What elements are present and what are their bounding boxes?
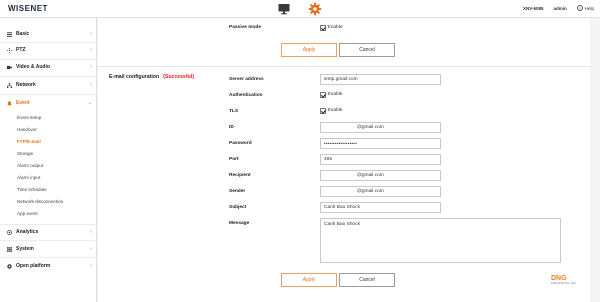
authentication-checkbox-row[interactable]: Enable <box>320 92 342 98</box>
help-label[interactable]: Help <box>585 6 594 11</box>
chevron-left-icon: ‹ <box>90 82 92 88</box>
sender-input[interactable]: @gmail.com <box>320 186 441 197</box>
sidebar-group-analytics[interactable]: Analytics ‹ <box>0 225 97 239</box>
port-input[interactable]: 465 <box>320 154 441 165</box>
divider <box>0 94 97 95</box>
passive-mode-checkbox[interactable] <box>320 25 326 31</box>
user-name[interactable]: admin <box>553 6 566 11</box>
analytics-icon <box>7 229 12 235</box>
gear-icon[interactable] <box>308 2 322 16</box>
chevron-left-icon: ‹ <box>90 47 92 53</box>
wisenet-logo: WISENET <box>8 4 48 13</box>
chevron-left-icon: ‹ <box>90 64 92 70</box>
sidebar-group-system[interactable]: System ‹ <box>0 242 97 256</box>
chevron-down-icon: ⌄ <box>87 100 92 106</box>
passive-mode-enable-label[interactable]: Enable <box>328 25 343 30</box>
scrollbar[interactable] <box>590 18 600 302</box>
authentication-label: Authentication <box>229 93 263 98</box>
chevron-left-icon: ‹ <box>90 246 92 252</box>
sidebar-group-event[interactable]: Event ⌄ <box>0 96 97 110</box>
top-right-info: XNV-6085 admin ? Help <box>523 5 594 11</box>
section-divider <box>98 66 590 67</box>
dng-watermark-logo: DNG DNG DIGITAL JSC <box>551 275 576 285</box>
authentication-enable-label[interactable]: Enable <box>328 92 343 97</box>
sidebar-group-open-platform[interactable]: Open platform ‹ <box>0 259 97 273</box>
id-input[interactable]: @gmail.com <box>320 122 441 133</box>
sidebar-item-event-setup[interactable]: Event setup <box>17 115 41 120</box>
tls-enable-label[interactable]: Enable <box>328 108 343 113</box>
server-address-input[interactable]: smtp.gmail.com <box>320 74 441 85</box>
model-name: XNV-6085 <box>522 5 544 11</box>
divider <box>0 257 97 258</box>
sidebar-group-label: Analytics <box>16 229 39 235</box>
tls-checkbox-row[interactable]: Enable <box>320 108 342 114</box>
sidebar-group-label: Video & Audio <box>16 64 50 70</box>
divider <box>0 240 97 241</box>
sidebar-group-label: Basic <box>16 31 30 37</box>
sidebar-group-label: Event <box>16 100 30 106</box>
passive-mode-label: Passive mode <box>229 25 261 30</box>
chevron-left-icon: ‹ <box>90 31 92 37</box>
divider <box>0 76 97 77</box>
email-apply-button[interactable]: Apply <box>281 273 337 287</box>
sidebar-item-storage[interactable]: Storage <box>17 151 33 156</box>
ftp-cancel-button[interactable]: Cancel <box>339 43 395 57</box>
server-address-label: Server address <box>229 77 264 82</box>
help-icon[interactable]: ? <box>576 5 583 11</box>
ptz-move-icon <box>7 47 12 53</box>
email-cancel-button[interactable]: Cancel <box>339 273 395 287</box>
port-label: Port <box>229 157 239 162</box>
ftp-apply-button[interactable]: Apply <box>281 43 337 57</box>
sidebar-item-alarm-output[interactable]: Alarm output <box>17 163 43 168</box>
help-link[interactable]: ? Help <box>576 5 594 11</box>
sidebar-item-ftp-email[interactable]: FTP/E-mail <box>17 139 41 144</box>
recipient-label: Recipient <box>229 173 251 178</box>
sender-label: Sender <box>229 189 246 194</box>
sidebar-item-alarm-input[interactable]: Alarm input <box>17 175 40 180</box>
sidebar-group-label: Open platform <box>16 263 51 269</box>
sidebar-item-network-disconnection[interactable]: Network disconnection <box>17 199 63 204</box>
sidebar-group-basic[interactable]: Basic ‹ <box>0 27 97 41</box>
tls-checkbox[interactable] <box>320 108 326 114</box>
video-icon <box>7 65 12 69</box>
sidebar-item-app-event[interactable]: App event <box>17 211 38 216</box>
network-icon <box>7 82 12 88</box>
tls-label: TLS <box>229 109 239 114</box>
sidebar: Basic ‹ PTZ ‹ Video & Audio ‹ Network ‹ … <box>0 18 97 302</box>
sidebar-item-handover[interactable]: Handover <box>17 127 37 132</box>
top-bar: WISENET XNV-6085 admin ? Help <box>0 0 600 18</box>
watermark-subtext: DNG DIGITAL JSC <box>551 282 576 285</box>
platform-icon <box>7 263 12 269</box>
watermark-text: DNG <box>551 275 567 282</box>
password-input[interactable]: •••••••••••••••••• <box>320 138 441 149</box>
chevron-left-icon: ‹ <box>90 263 92 269</box>
list-icon <box>7 31 12 37</box>
email-status-badge: (Successful) <box>163 74 195 80</box>
sidebar-item-time-schedule[interactable]: Time schedule <box>17 187 47 192</box>
password-label: Password <box>229 141 252 146</box>
sidebar-group-network[interactable]: Network ‹ <box>0 78 97 92</box>
message-textarea[interactable]: Canh Bao Shock <box>320 218 561 263</box>
subject-label: Subject <box>229 205 247 210</box>
email-section-title-text: E-mail configuration <box>109 74 160 80</box>
passive-mode-checkbox-row[interactable]: Enable <box>320 25 342 31</box>
sidebar-group-label: System <box>16 246 34 252</box>
subject-input[interactable]: Canh Bao Shock <box>320 202 441 213</box>
authentication-checkbox[interactable] <box>320 92 326 98</box>
id-label: ID <box>229 125 234 130</box>
system-icon <box>7 246 12 252</box>
sidebar-group-label: Network <box>16 82 36 88</box>
email-section-title: E-mail configuration (Successful) <box>109 74 194 80</box>
bell-icon <box>7 100 12 106</box>
sidebar-group-ptz[interactable]: PTZ ‹ <box>0 43 97 57</box>
sidebar-group-label: PTZ <box>16 47 26 53</box>
chevron-left-icon: ‹ <box>90 229 92 235</box>
monitor-icon[interactable] <box>277 2 291 16</box>
message-label: Message <box>229 221 250 226</box>
sidebar-group-video-audio[interactable]: Video & Audio ‹ <box>0 60 97 74</box>
recipient-input[interactable]: @gmail.com <box>320 170 441 181</box>
